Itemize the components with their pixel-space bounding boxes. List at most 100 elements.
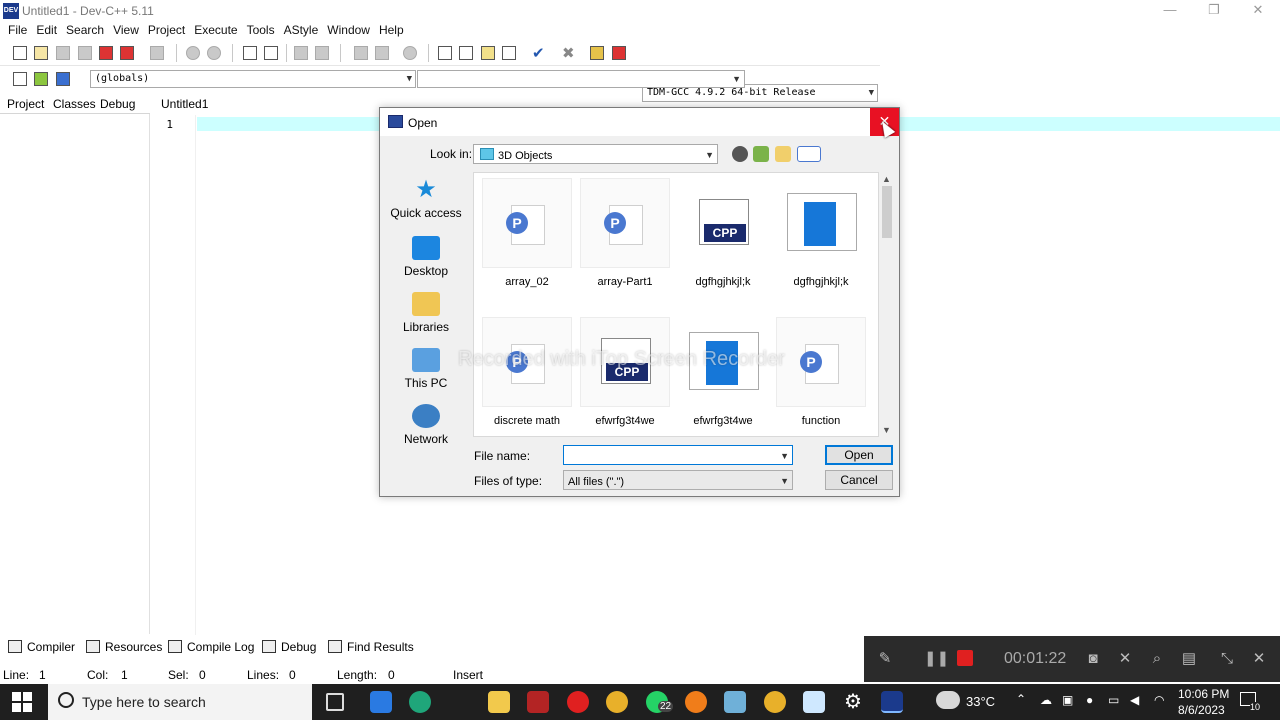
tab-compiler[interactable]: Compiler bbox=[8, 640, 75, 654]
app-window-icon[interactable] bbox=[803, 691, 825, 713]
replace-icon[interactable] bbox=[262, 44, 280, 62]
windows-start-icon[interactable] bbox=[12, 692, 32, 712]
menu-file[interactable]: File bbox=[4, 22, 32, 40]
print-icon[interactable] bbox=[148, 44, 166, 62]
restore-icon[interactable]: ❐ bbox=[1192, 0, 1236, 22]
run-icon[interactable] bbox=[457, 44, 475, 62]
whatsapp-icon[interactable]: 22 bbox=[646, 691, 674, 713]
menu-window[interactable]: Window bbox=[323, 22, 375, 40]
menu-edit[interactable]: Edit bbox=[32, 22, 62, 40]
place-quick-access[interactable]: ★ Quick access bbox=[388, 178, 464, 221]
indent-icon[interactable] bbox=[352, 44, 370, 62]
settings-gear-icon[interactable]: ⚙ bbox=[842, 691, 864, 713]
unindent-icon[interactable] bbox=[373, 44, 391, 62]
clock-time[interactable]: 10:06 PM bbox=[1178, 687, 1229, 701]
close-recorder-icon[interactable]: ✕ bbox=[1250, 650, 1268, 668]
clock-date[interactable]: 8/6/2023 bbox=[1178, 703, 1225, 717]
open-file-icon[interactable] bbox=[32, 44, 50, 62]
new-project-icon[interactable] bbox=[11, 70, 29, 88]
back-icon[interactable] bbox=[732, 146, 748, 162]
taskbar-search-box[interactable]: Type here to search bbox=[48, 684, 312, 720]
save-icon[interactable] bbox=[54, 44, 72, 62]
minimize-icon[interactable]: — bbox=[1148, 0, 1192, 22]
open-button[interactable]: Open bbox=[825, 445, 893, 465]
stop-record-icon[interactable] bbox=[956, 650, 974, 668]
file-item[interactable]: CPP dgfhgjhkjl;k bbox=[677, 178, 769, 288]
close-all-icon[interactable] bbox=[118, 44, 136, 62]
task-view-icon[interactable] bbox=[326, 693, 344, 711]
battery-icon[interactable]: ▭ bbox=[1108, 693, 1119, 707]
pen-icon[interactable]: ✎ bbox=[876, 650, 894, 668]
up-folder-icon[interactable] bbox=[753, 146, 769, 162]
goto-icon[interactable] bbox=[292, 44, 310, 62]
new-folder-icon[interactable] bbox=[775, 146, 791, 162]
bookmark-icon[interactable] bbox=[313, 44, 331, 62]
compile-run-icon[interactable] bbox=[479, 44, 497, 62]
file-item[interactable]: efwrfg3t4we bbox=[677, 317, 769, 427]
zoom-icon[interactable]: ⌕ bbox=[1148, 650, 1166, 668]
weather-cloud-icon[interactable] bbox=[936, 691, 960, 709]
cloud-icon[interactable]: ☁ bbox=[1040, 693, 1052, 707]
opera-icon[interactable] bbox=[567, 691, 589, 713]
look-in-select[interactable]: 3D Objects ▼ bbox=[473, 144, 718, 164]
file-item[interactable]: dgfhgjhkjl;k bbox=[775, 178, 867, 288]
tab-classes[interactable]: Classes bbox=[53, 97, 96, 111]
files-of-type-select[interactable]: All files (".") ▼ bbox=[563, 470, 793, 490]
undo-icon[interactable] bbox=[184, 44, 202, 62]
file-item[interactable]: P array_02 bbox=[481, 178, 573, 288]
redo-icon[interactable] bbox=[205, 44, 223, 62]
wifi-icon[interactable]: ◠ bbox=[1154, 693, 1164, 707]
recorder-app-icon[interactable] bbox=[527, 691, 549, 713]
chart-icon[interactable] bbox=[588, 44, 606, 62]
tab-compile-log[interactable]: Compile Log bbox=[168, 640, 254, 654]
profile-icon[interactable] bbox=[610, 44, 628, 62]
file-explorer-icon[interactable] bbox=[488, 691, 510, 713]
file-item[interactable]: P discrete math bbox=[481, 317, 573, 427]
menu-project[interactable]: Project bbox=[144, 22, 190, 40]
compile-icon[interactable] bbox=[436, 44, 454, 62]
place-network[interactable]: Network bbox=[388, 404, 464, 446]
cancel-button[interactable]: Cancel bbox=[825, 470, 893, 490]
pause-icon[interactable]: ❚❚ bbox=[924, 650, 949, 668]
new-file-icon[interactable] bbox=[11, 44, 29, 62]
check-syntax-icon[interactable]: ✔ bbox=[530, 44, 548, 62]
add-to-project-icon[interactable] bbox=[32, 70, 50, 88]
view-menu-icon[interactable] bbox=[797, 146, 821, 162]
camera-icon[interactable]: ◙ bbox=[1084, 650, 1102, 668]
place-this-pc[interactable]: This PC bbox=[388, 348, 464, 390]
firefox-icon[interactable] bbox=[685, 691, 707, 713]
chrome-icon[interactable] bbox=[606, 691, 628, 713]
shrink-icon[interactable]: ⤡ bbox=[1218, 650, 1236, 668]
menu-search[interactable]: Search bbox=[62, 22, 109, 40]
menu-help[interactable]: Help bbox=[375, 22, 409, 40]
file-item[interactable]: P function bbox=[775, 317, 867, 427]
tab-resources[interactable]: Resources bbox=[86, 640, 162, 654]
tab-debug[interactable]: Debug bbox=[100, 97, 135, 111]
project-options-icon[interactable] bbox=[54, 70, 72, 88]
place-desktop[interactable]: Desktop bbox=[388, 236, 464, 278]
tab-find-results[interactable]: Find Results bbox=[328, 640, 414, 654]
file-name-input[interactable]: ▼ bbox=[563, 445, 793, 465]
menu-view[interactable]: View bbox=[109, 22, 144, 40]
mic-icon[interactable]: ● bbox=[1086, 693, 1093, 707]
rebuild-icon[interactable] bbox=[500, 44, 518, 62]
members-select[interactable]: ▼ bbox=[417, 70, 745, 88]
stop-execution-icon[interactable]: ✖ bbox=[559, 44, 577, 62]
tab-debug-output[interactable]: Debug bbox=[262, 640, 316, 654]
file-list-scrollbar[interactable]: ▲ ▼ bbox=[879, 172, 895, 437]
close-file-icon[interactable] bbox=[97, 44, 115, 62]
volume-icon[interactable]: ◀ bbox=[1130, 693, 1139, 707]
globals-select[interactable]: (globals) ▼ bbox=[90, 70, 416, 88]
chrome-profile-icon[interactable] bbox=[764, 691, 786, 713]
save-all-icon[interactable] bbox=[76, 44, 94, 62]
tab-project[interactable]: Project bbox=[7, 97, 44, 111]
hardware-icon[interactable]: ▣ bbox=[1062, 693, 1073, 707]
store-icon[interactable] bbox=[370, 691, 392, 713]
place-libraries[interactable]: Libraries bbox=[388, 292, 464, 334]
mic-muted-icon[interactable]: ✕ bbox=[1116, 650, 1134, 668]
close-window-icon[interactable]: ✕ bbox=[1236, 0, 1280, 22]
file-item[interactable]: CPP efwrfg3t4we bbox=[579, 317, 671, 427]
editor-tab-untitled1[interactable]: Untitled1 bbox=[153, 94, 215, 114]
notepad-icon[interactable] bbox=[724, 691, 746, 713]
tray-chevron-icon[interactable]: ⌃ bbox=[1016, 692, 1026, 706]
